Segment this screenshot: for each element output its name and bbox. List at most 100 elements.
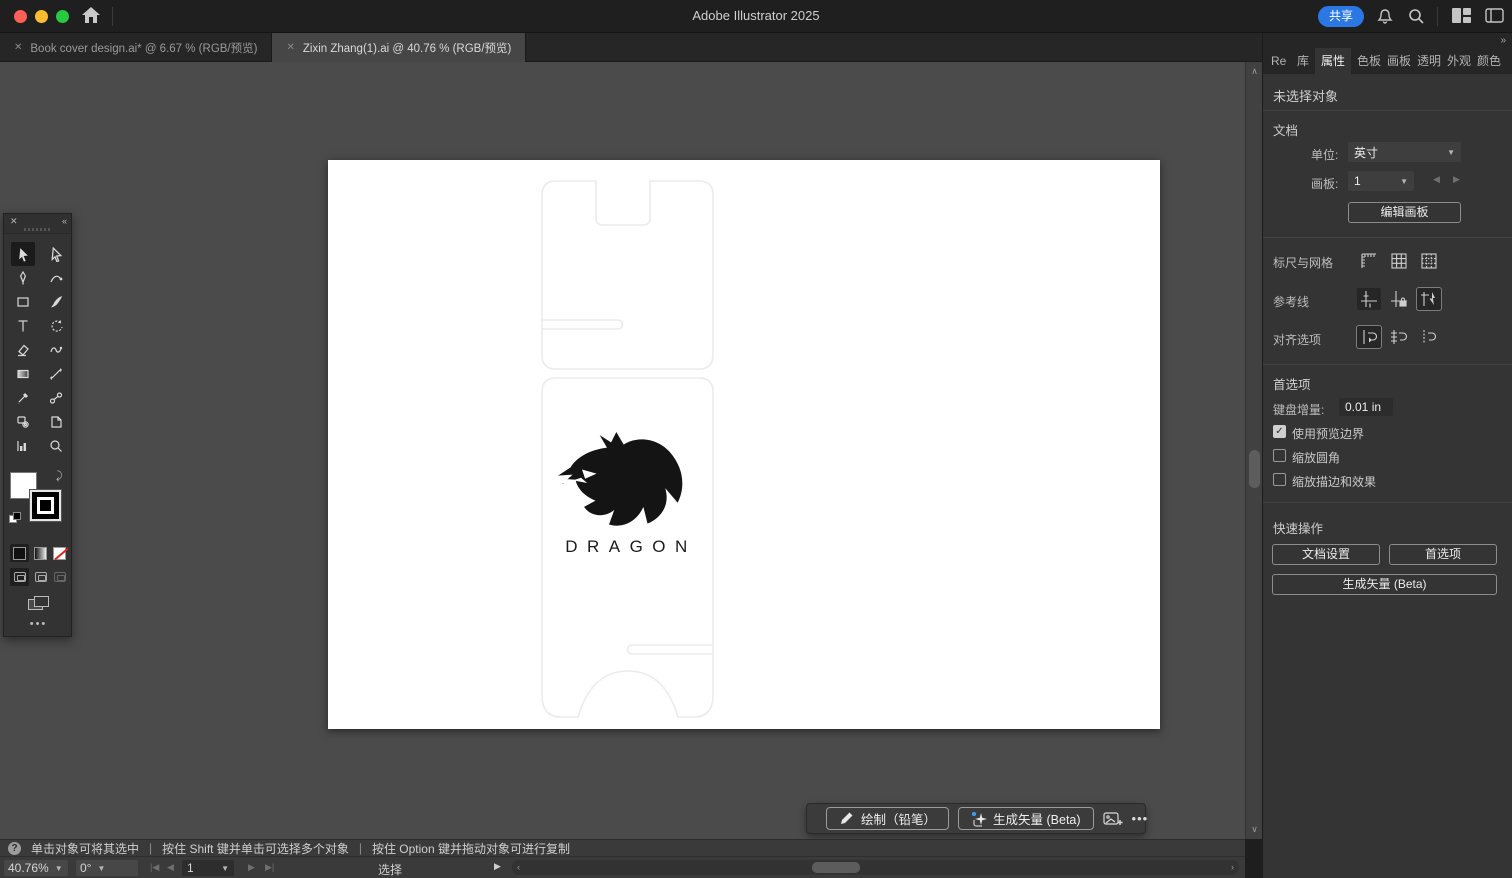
generate-vector-quick-button[interactable]: 生成矢量 (Beta) (1272, 574, 1497, 595)
prev-artboard-button[interactable]: ◀ (167, 862, 174, 873)
hint-bar: ? 单击对象可将其选中 | 按住 Shift 键并单击可选择多个对象 | 按住 … (0, 839, 1245, 856)
last-artboard-button[interactable]: ▶| (265, 862, 274, 873)
panel-tab-libraries[interactable]: 库 (1291, 48, 1315, 74)
default-fill-stroke-icon[interactable] (9, 512, 21, 524)
scroll-up-icon[interactable]: ∧ (1246, 66, 1262, 77)
lock-guides-icon[interactable] (1387, 288, 1411, 310)
more-tools-button[interactable]: ••• (4, 618, 73, 630)
horizontal-scrollbar-thumb[interactable] (812, 862, 860, 873)
selection-tool[interactable] (11, 242, 35, 266)
paintbrush-tool[interactable] (44, 290, 68, 314)
draw-inside-button[interactable] (50, 568, 69, 586)
add-image-icon[interactable] (1103, 811, 1123, 826)
panel-tab-re[interactable]: Re (1265, 48, 1291, 74)
next-artboard-icon[interactable]: ▶ (1453, 174, 1460, 185)
panel-menu-icon[interactable]: » (1500, 35, 1505, 46)
zoom-level-dropdown[interactable]: 40.76% ▼ (4, 860, 68, 876)
divider (1263, 110, 1512, 111)
panel-tab-properties[interactable]: 属性 (1315, 48, 1351, 74)
close-tab-icon[interactable]: ✕ (14, 42, 22, 53)
artboard-1[interactable]: DRAGON (328, 160, 1160, 729)
panel-tab-transparency[interactable]: 透明 (1411, 48, 1441, 74)
none-button[interactable] (50, 544, 69, 562)
show-guides-icon[interactable] (1357, 288, 1381, 310)
rotation-dropdown[interactable]: 0° ▼ (76, 860, 138, 876)
shaper-tool[interactable] (44, 338, 68, 362)
tab-label: Zixin Zhang(1).ai @ 40.76 % (RGB/预览) (303, 40, 512, 56)
edit-artboard-button[interactable]: 编辑画板 (1348, 202, 1461, 223)
type-tool[interactable] (11, 314, 35, 338)
rectangle-tool[interactable] (11, 290, 35, 314)
zoom-tool[interactable] (44, 434, 68, 458)
panel-tab-color[interactable]: 颜色 (1471, 48, 1507, 74)
eyedropper-tool[interactable] (11, 386, 35, 410)
close-tab-icon[interactable]: ✕ (286, 42, 294, 53)
canvas[interactable]: DRAGON ✕ « (0, 62, 1262, 839)
drag-grip[interactable] (24, 228, 52, 231)
panel-tab-artboards[interactable]: 画板 (1381, 48, 1411, 74)
scale-strokes-effects-checkbox[interactable] (1273, 473, 1286, 486)
taskbar-more-button[interactable]: ••• (1132, 811, 1149, 826)
panel-tab-swatches[interactable]: 色板 (1351, 48, 1381, 74)
draw-behind-button[interactable] (31, 568, 50, 586)
next-artboard-button[interactable]: ▶ (248, 862, 255, 873)
snap-pixel-grid-icon[interactable] (1417, 250, 1441, 272)
pen-tool[interactable] (11, 266, 35, 290)
arrange-documents-icon[interactable] (1452, 8, 1471, 28)
panel-tab-appearance[interactable]: 外观 (1441, 48, 1471, 74)
collapse-icon[interactable]: « (62, 216, 65, 226)
scroll-down-icon[interactable]: ∨ (1246, 824, 1262, 835)
prev-artboard-icon[interactable]: ◀ (1433, 174, 1440, 185)
draw-normal-button[interactable] (10, 568, 29, 586)
generate-vector-button[interactable]: 生成矢量 (Beta) (958, 807, 1094, 830)
snap-to-point-icon[interactable] (1357, 326, 1381, 348)
help-icon[interactable]: ? (8, 842, 21, 855)
artboard-nav-dropdown[interactable]: 1 ▼ (182, 860, 234, 876)
status-flyout-icon[interactable]: ▶ (494, 861, 501, 872)
notifications-bell-icon[interactable] (1376, 7, 1394, 30)
scale-corners-checkbox[interactable] (1273, 449, 1286, 462)
artboard-dropdown[interactable]: 1 ▼ (1348, 171, 1414, 191)
scroll-right-icon[interactable]: › (1231, 862, 1234, 872)
rotate-tool[interactable] (44, 314, 68, 338)
unit-value: 英寸 (1354, 144, 1378, 161)
artboard-tool[interactable] (44, 410, 68, 434)
gradient-button[interactable] (31, 544, 50, 562)
use-preview-bounds-checkbox[interactable]: ✓ (1273, 425, 1286, 438)
show-grid-icon[interactable] (1387, 250, 1411, 272)
stroke-swatch[interactable] (30, 490, 61, 521)
vertical-scrollbar-thumb[interactable] (1249, 450, 1260, 488)
keyboard-increment-input[interactable]: 0.01 in (1339, 398, 1393, 416)
share-button[interactable]: 共享 (1318, 6, 1364, 27)
workspace-layout-icon[interactable] (1485, 8, 1504, 28)
blend-tool[interactable] (44, 386, 68, 410)
free-transform-tool[interactable] (44, 362, 68, 386)
properties-panel: » Re 库 属性 色板 画板 透明 外观 颜色 未选择对象 文档 单位: 英寸… (1262, 33, 1512, 878)
tab-zixin-zhang[interactable]: ✕ Zixin Zhang(1).ai @ 40.76 % (RGB/预览) (272, 33, 526, 62)
eraser-tool[interactable] (11, 338, 35, 362)
scroll-left-icon[interactable]: ‹ (517, 862, 520, 872)
close-icon[interactable]: ✕ (10, 216, 18, 227)
first-artboard-button[interactable]: |◀ (150, 862, 159, 873)
symbol-sprayer-tool[interactable] (11, 410, 35, 434)
color-button[interactable] (10, 544, 29, 562)
smart-guides-icon[interactable] (1417, 288, 1441, 310)
search-icon[interactable] (1407, 7, 1425, 30)
show-rulers-icon[interactable] (1357, 250, 1381, 272)
horizontal-scrollbar[interactable]: ‹ › (512, 860, 1239, 875)
toolbar-header[interactable]: ✕ « (4, 214, 71, 234)
draw-pencil-button[interactable]: 绘制（铅笔） (826, 807, 949, 830)
snap-to-glyph-icon[interactable] (1417, 326, 1441, 348)
unit-dropdown[interactable]: 英寸 ▼ (1348, 142, 1461, 162)
gradient-tool[interactable] (11, 362, 35, 386)
vertical-scrollbar[interactable]: ∧ ∨ (1245, 62, 1262, 839)
graph-tool[interactable] (11, 434, 35, 458)
screen-mode-button[interactable] (28, 596, 50, 612)
tab-book-cover-design[interactable]: ✕ Book cover design.ai* @ 6.67 % (RGB/预览… (0, 33, 272, 62)
preferences-button[interactable]: 首选项 (1389, 544, 1497, 565)
swap-fill-stroke-icon[interactable]: ⤸ (56, 470, 63, 483)
document-setup-button[interactable]: 文档设置 (1272, 544, 1380, 565)
snap-to-grid-icon[interactable] (1387, 326, 1411, 348)
direct-selection-tool[interactable] (44, 242, 68, 266)
curvature-tool[interactable] (44, 266, 68, 290)
